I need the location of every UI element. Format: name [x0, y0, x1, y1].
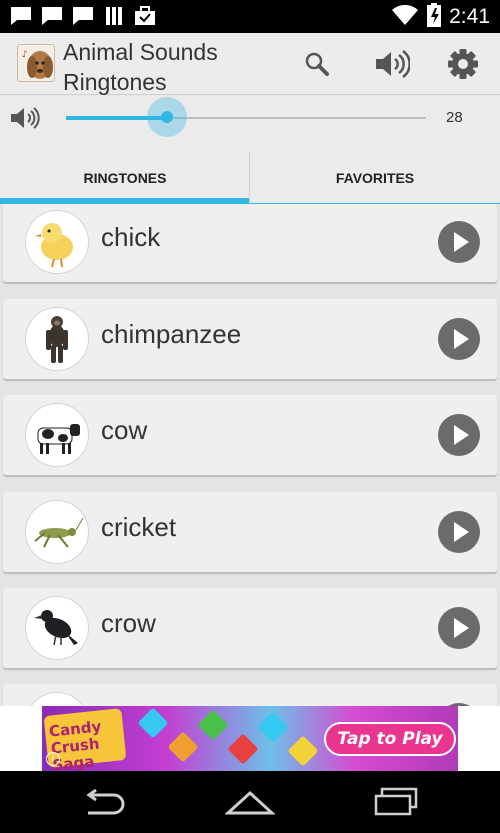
volume-control: 28	[0, 96, 500, 152]
settings-gear-icon[interactable]	[444, 45, 482, 83]
chick-icon	[25, 210, 89, 274]
tab-favorites[interactable]: FAVORITES	[250, 152, 500, 204]
gem-icon	[197, 709, 229, 741]
ad-banner[interactable]: Candy Crush Saga Tap to Play i	[42, 706, 458, 771]
chimpanzee-icon	[25, 307, 89, 371]
system-icons: 2:41	[391, 0, 490, 33]
tab-bar: RINGTONES FAVORITES	[0, 152, 500, 204]
list-item[interactable]: crow	[3, 588, 497, 668]
volume-value: 28	[446, 109, 463, 126]
recent-apps-icon[interactable]	[368, 785, 424, 819]
notification-icons	[10, 6, 156, 26]
ad-container: Candy Crush Saga Tap to Play i	[0, 706, 500, 771]
sim-cards-icon	[103, 6, 125, 26]
battery-charging-icon	[427, 2, 442, 31]
back-icon[interactable]	[76, 785, 132, 819]
cricket-icon	[25, 500, 89, 564]
navigation-bar	[0, 771, 500, 833]
message-icon	[72, 6, 94, 26]
home-icon[interactable]	[222, 785, 278, 819]
search-icon[interactable]	[298, 45, 336, 83]
cow-icon	[25, 403, 89, 467]
tab-divider	[249, 152, 250, 204]
speaker-icon	[10, 106, 40, 134]
list-item[interactable]: chimpanzee	[3, 299, 497, 379]
svg-text:♪: ♪	[22, 50, 28, 60]
gem-icon	[257, 711, 289, 743]
play-button[interactable]	[438, 221, 480, 263]
message-icon	[10, 6, 32, 26]
volume-icon[interactable]	[373, 45, 411, 83]
play-button[interactable]	[438, 607, 480, 649]
wifi-icon	[391, 4, 419, 30]
ringtone-name: chimpanzee	[101, 319, 242, 349]
ringtone-name: chick	[101, 222, 161, 252]
ad-info-icon[interactable]: i	[46, 752, 60, 766]
ringtone-list[interactable]: chick chimpanzee cow cricket crow	[0, 204, 500, 706]
ringtone-name: crow	[101, 608, 156, 638]
play-button[interactable]	[438, 318, 480, 360]
partial-animal-icon	[25, 692, 89, 706]
action-bar: ♪ Animal Sounds Ringtones	[0, 33, 500, 95]
status-bar: 2:41	[0, 0, 500, 33]
volume-slider-thumb[interactable]	[147, 97, 187, 137]
screen: 2:41 ♪ Animal Sounds Ringtones 28 RINGTO…	[0, 0, 500, 833]
app-logo-icon[interactable]: ♪	[17, 44, 55, 82]
app-title: Animal Sounds Ringtones	[63, 39, 218, 95]
gem-icon	[287, 735, 319, 767]
play-button[interactable]	[438, 414, 480, 456]
crow-icon	[25, 596, 89, 660]
list-item[interactable]: chick	[3, 204, 497, 282]
gem-icon	[137, 707, 169, 739]
play-button[interactable]	[438, 511, 480, 553]
ringtone-name: cricket	[101, 512, 177, 542]
briefcase-icon	[134, 6, 156, 26]
ringtone-name: cow	[101, 415, 148, 445]
list-item[interactable]: cricket	[3, 492, 497, 572]
ad-cta-button[interactable]: Tap to Play	[324, 722, 456, 756]
gem-icon	[167, 731, 199, 763]
tab-ringtones[interactable]: RINGTONES	[0, 152, 250, 204]
list-item[interactable]: cow	[3, 395, 497, 475]
list-item[interactable]	[3, 684, 497, 706]
message-icon	[41, 6, 63, 26]
volume-slider[interactable]	[66, 97, 426, 137]
gem-icon	[227, 733, 259, 765]
clock: 2:41	[449, 4, 490, 28]
